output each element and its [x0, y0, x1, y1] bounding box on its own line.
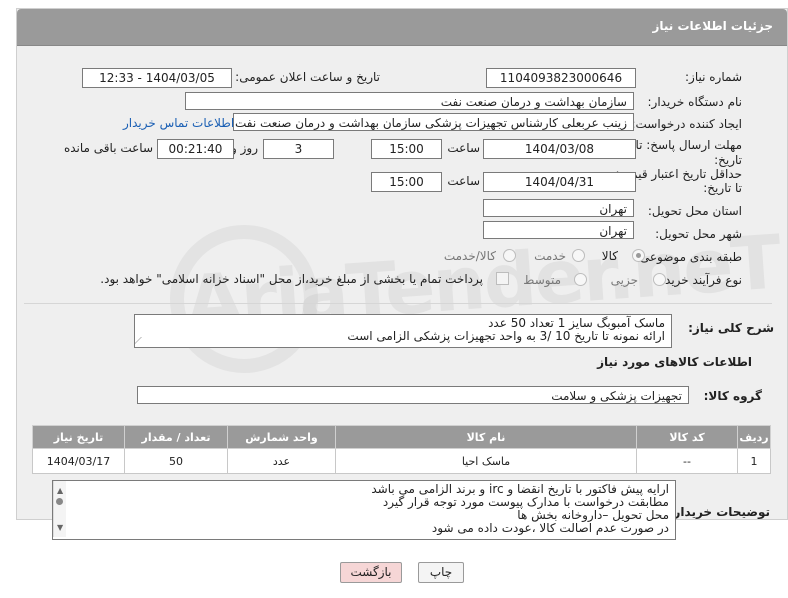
cell-code: -- — [636, 448, 738, 474]
table-header-row: ردیف کد کالا نام کالا واحد شمارش تعداد /… — [32, 425, 771, 449]
scroll-down-icon[interactable]: ▼ — [57, 521, 63, 534]
page-title: جزئیات اطلاعات نیاز — [652, 19, 773, 33]
cell-unit: عدد — [227, 448, 336, 474]
cell-name: ماسک احیا — [335, 448, 637, 474]
city-field: تهران — [483, 221, 634, 239]
buyer-org-label: نام دستگاه خریدار: — [647, 95, 743, 109]
table-row: 1 -- ماسک احیا عدد 50 1404/03/17 — [32, 448, 771, 474]
divider — [24, 303, 772, 304]
description-line-2: ارائه نمونه تا تاریخ 10 /3 به واحد تجهیز… — [347, 329, 665, 343]
buyer-notes-label: توضیحات خریدار: — [668, 505, 770, 519]
category-service-label: خدمت — [534, 249, 566, 263]
buyer-org-field: سازمان بهداشت و درمان صنعت نفت — [185, 92, 634, 110]
category-service-radio[interactable] — [572, 249, 585, 262]
scroll-thumb-icon[interactable] — [56, 498, 63, 505]
remaining-time-field: 00:21:40 — [157, 139, 234, 159]
announce-field: 1404/03/05 - 12:33 — [82, 68, 232, 88]
deadline-label: مهلت ارسال پاسخ: تا — [635, 138, 742, 152]
buyer-notes-textarea[interactable]: ارایه پیش فاکتور با تاریخ انقضا و irc و … — [52, 480, 676, 540]
price-date-field: 1404/04/31 — [483, 172, 636, 192]
province-label: استان محل تحویل: — [647, 204, 742, 218]
remaining-label: ساعت باقی مانده — [63, 141, 153, 155]
announce-label: تاریخ و ساعت اعلان عمومی: — [235, 70, 380, 84]
notes-scrollbar[interactable]: ▲ ▼ — [53, 481, 66, 537]
description-textarea[interactable]: ماسک آمبوبگ سایز 1 تعداد 50 عدد ارائه نم… — [134, 314, 672, 348]
days-label: روز و — [231, 141, 258, 155]
goods-group-label: گروه کالا: — [703, 389, 762, 403]
col-code-header: کد کالا — [636, 425, 738, 449]
scroll-up-icon[interactable]: ▲ — [57, 484, 63, 497]
category-label: طبقه بندی موضوعی: — [635, 250, 742, 264]
process-minor-label: جزیی — [610, 273, 638, 287]
col-qty-header: تعداد / مقدار — [124, 425, 228, 449]
deadline-label-2: تاریخ: — [714, 153, 742, 167]
price-time-label: ساعت — [447, 174, 480, 188]
need-number-label: شماره نیاز: — [685, 70, 742, 84]
col-name-header: نام کالا — [335, 425, 637, 449]
process-medium-radio[interactable] — [574, 273, 587, 286]
items-table: ردیف کد کالا نام کالا واحد شمارش تعداد /… — [32, 425, 771, 474]
process-medium-label: متوسط — [523, 273, 561, 287]
goods-section-title: اطلاعات کالاهای مورد نیاز — [597, 355, 752, 369]
city-label: شهر محل تحویل: — [655, 227, 742, 241]
creator-label: ایجاد کننده درخواست: — [631, 117, 742, 131]
treasury-payment-checkbox[interactable] — [496, 272, 509, 285]
process-minor-radio[interactable] — [653, 273, 666, 286]
payment-note: پرداخت تمام یا بخشی از مبلغ خرید،از محل … — [100, 272, 483, 286]
category-both-radio[interactable] — [503, 249, 516, 262]
back-button[interactable]: بازگشت — [340, 562, 402, 583]
province-field: تهران — [483, 199, 634, 217]
cell-qty: 50 — [124, 448, 228, 474]
deadline-date-field: 1404/03/08 — [483, 139, 636, 159]
col-unit-header: واحد شمارش — [227, 425, 336, 449]
category-goods-label: کالا — [601, 249, 618, 263]
category-goods-radio[interactable] — [632, 249, 645, 262]
deadline-time-field: 15:00 — [371, 139, 442, 159]
price-time-field: 15:00 — [371, 172, 442, 192]
buyer-note-line-4: در صورت عدم اصالت کالا ،عودت داده می شود — [431, 521, 669, 535]
cell-row: 1 — [737, 448, 771, 474]
description-label: شرح کلی نیاز: — [688, 321, 774, 335]
category-both-label: کالا/خدمت — [443, 249, 496, 263]
days-field: 3 — [263, 139, 334, 159]
col-row-header: ردیف — [737, 425, 771, 449]
cell-date: 1404/03/17 — [32, 448, 125, 474]
need-number-field: 1104093823000646 — [486, 68, 636, 88]
contact-info-link[interactable]: اطلاعات تماس خریدار — [123, 116, 234, 130]
col-date-header: تاریخ نیاز — [32, 425, 125, 449]
price-validity-label-2: تا تاریخ: — [703, 181, 742, 195]
goods-group-field: تجهیزات پزشکی و سلامت — [137, 386, 689, 404]
print-button[interactable]: چاپ — [418, 562, 464, 583]
creator-field: زینب عربعلی کارشناس تجهیزات پزشکی سازمان… — [233, 113, 634, 131]
panel-header: جزئیات اطلاعات نیاز — [17, 9, 787, 46]
process-label: نوع فرآیند خرید : — [657, 273, 742, 287]
deadline-time-label: ساعت — [447, 141, 480, 155]
